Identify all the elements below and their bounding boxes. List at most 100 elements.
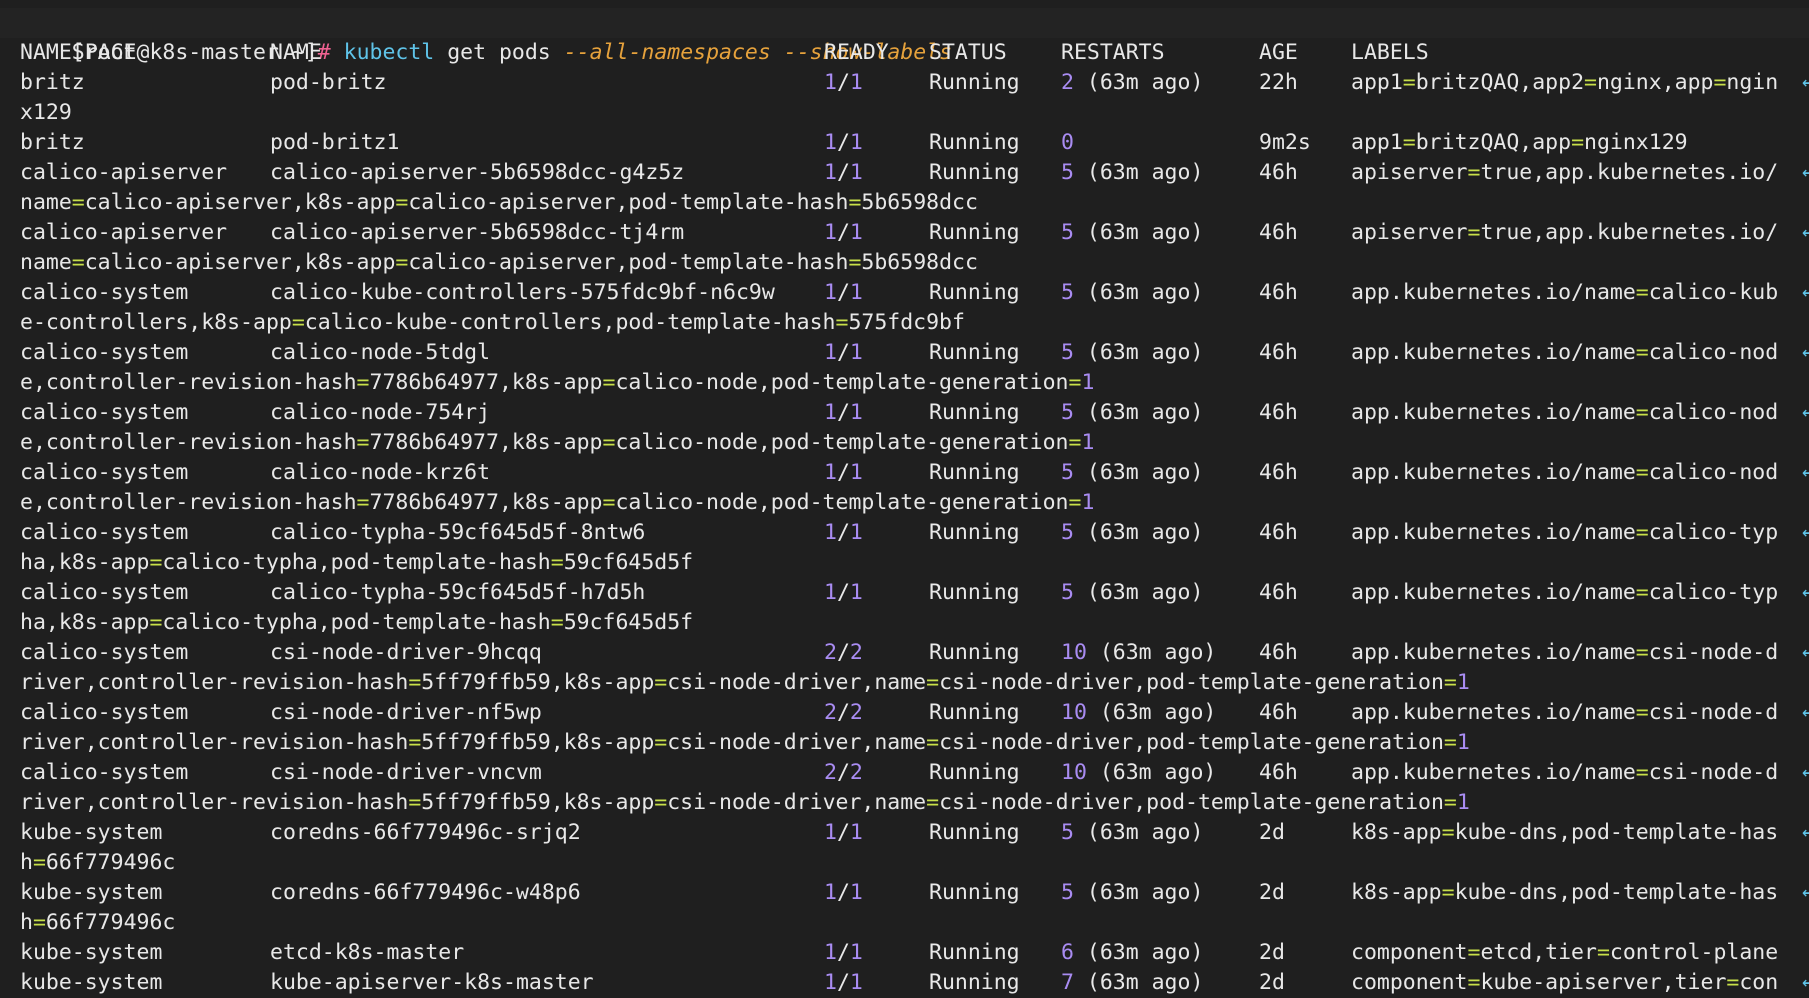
- cell-labels-continued: river,controller-revision-hash=5ff79ffb5…: [20, 730, 1470, 755]
- cell-status: Running: [929, 520, 1020, 545]
- table-row-continuation: river,controller-revision-hash=5ff79ffb5…: [20, 788, 1809, 818]
- cell-name: calico-node-754rj: [270, 400, 491, 425]
- cell-labels: component=etcd,tier=control-plane: [1351, 940, 1779, 965]
- cell-labels: app.kubernetes.io/name=calico-nod: [1351, 400, 1779, 425]
- cell-age: 46h: [1259, 160, 1298, 185]
- cell-namespace: calico-system: [20, 340, 189, 365]
- cell-name: etcd-k8s-master: [270, 940, 465, 965]
- table-row-continuation: ha,k8s-app=calico-typha,pod-template-has…: [20, 608, 1809, 638]
- cell-namespace: calico-system: [20, 280, 189, 305]
- terminal-window[interactable]: [root@k8s-master ~]# kubectl get pods --…: [0, 0, 1809, 996]
- table-row: calico-system csi-node-driver-9hcqq 2/2 Run…: [20, 638, 1809, 668]
- cell-age: 22h: [1259, 70, 1298, 95]
- table-row-continuation: e,controller-revision-hash=7786b64977,k8…: [20, 428, 1809, 458]
- cell-labels-continued: ha,k8s-app=calico-typha,pod-template-has…: [20, 610, 694, 635]
- table-row: britz pod-britz1 1/1 Running 0 9m2s app1=britz…: [20, 128, 1809, 158]
- cell-restarts: 5 (63m ago): [1061, 880, 1204, 905]
- cell-labels: apiserver=true,app.kubernetes.io/: [1351, 160, 1779, 185]
- table-row: calico-system csi-node-driver-vncvm 2/2 Run…: [20, 758, 1809, 788]
- cell-age: 46h: [1259, 640, 1298, 665]
- cell-status: Running: [929, 700, 1020, 725]
- table-row: calico-system calico-node-5tdgl 1/1 Running…: [20, 338, 1809, 368]
- cell-restarts: 10 (63m ago): [1061, 760, 1217, 785]
- cell-ready: 1/1: [824, 130, 863, 155]
- line-wrap-icon: ↩: [1802, 820, 1809, 845]
- cell-labels-continued: name=calico-apiserver,k8s-app=calico-api…: [20, 250, 978, 275]
- cell-labels: k8s-app=kube-dns,pod-template-has: [1351, 880, 1779, 905]
- cell-restarts: 5 (63m ago): [1061, 220, 1204, 245]
- cell-namespace: calico-system: [20, 580, 189, 605]
- cell-name: pod-britz1: [270, 130, 400, 155]
- cell-status: Running: [929, 640, 1020, 665]
- header-name: NAME: [270, 40, 322, 65]
- cell-age: 46h: [1259, 340, 1298, 365]
- cell-labels: app.kubernetes.io/name=calico-typ: [1351, 580, 1779, 605]
- cell-namespace: kube-system: [20, 940, 163, 965]
- cell-ready: 2/2: [824, 700, 863, 725]
- cell-ready: 1/1: [824, 970, 863, 995]
- cell-restarts: 5 (63m ago): [1061, 340, 1204, 365]
- cell-labels-continued: river,controller-revision-hash=5ff79ffb5…: [20, 670, 1470, 695]
- cell-ready: 2/2: [824, 640, 863, 665]
- cell-ready: 1/1: [824, 820, 863, 845]
- line-wrap-icon: ↩: [1802, 580, 1809, 605]
- line-wrap-icon: ↩: [1802, 520, 1809, 545]
- cell-labels-continued: e-controllers,k8s-app=calico-kube-contro…: [20, 310, 965, 335]
- cell-ready: 1/1: [824, 340, 863, 365]
- table-row-continuation: x129: [20, 98, 1809, 128]
- cell-age: 2d: [1259, 940, 1285, 965]
- command-prompt-line: [root@k8s-master ~]# kubectl get pods --…: [0, 8, 1809, 65]
- cell-restarts: 5 (63m ago): [1061, 460, 1204, 485]
- table-row: calico-system calico-kube-controllers-575…: [20, 278, 1809, 308]
- cell-name: coredns-66f779496c-srjq2: [270, 820, 581, 845]
- cell-status: Running: [929, 880, 1020, 905]
- cell-restarts: 10 (63m ago): [1061, 640, 1217, 665]
- cell-name: calico-kube-controllers-575fdc9bf-n6c9w: [270, 280, 775, 305]
- line-wrap-icon: ↩: [1802, 640, 1809, 665]
- table-row: calico-system csi-node-driver-nf5wp 2/2 Run…: [20, 698, 1809, 728]
- cell-labels: app1=britzQAQ,app2=nginx,app=ngin: [1351, 70, 1779, 95]
- line-wrap-icon: ↩: [1802, 460, 1809, 485]
- cell-status: Running: [929, 970, 1020, 995]
- table-row-continuation: e,controller-revision-hash=7786b64977,k8…: [20, 488, 1809, 518]
- line-wrap-icon: ↩: [1802, 340, 1809, 365]
- cell-status: Running: [929, 580, 1020, 605]
- cell-status: Running: [929, 220, 1020, 245]
- cell-ready: 1/1: [824, 460, 863, 485]
- line-wrap-icon: ↩: [1802, 760, 1809, 785]
- cell-labels: app.kubernetes.io/name=csi-node-d: [1351, 760, 1779, 785]
- header-restarts: RESTARTS: [1061, 40, 1165, 65]
- cell-name: calico-node-krz6t: [270, 460, 491, 485]
- cell-age: 2d: [1259, 880, 1285, 905]
- cell-age: 46h: [1259, 580, 1298, 605]
- pod-table-body: britz pod-britz 1/1 Running 2 (63m ago) 22h ap…: [20, 68, 1809, 998]
- cell-age: 2d: [1259, 820, 1285, 845]
- cell-status: Running: [929, 340, 1020, 365]
- cell-status: Running: [929, 940, 1020, 965]
- cell-status: Running: [929, 460, 1020, 485]
- cell-age: 9m2s: [1259, 130, 1311, 155]
- cell-namespace: britz: [20, 130, 85, 155]
- table-row: calico-system calico-typha-59cf645d5f-h7d…: [20, 578, 1809, 608]
- cell-labels: app.kubernetes.io/name=calico-nod: [1351, 460, 1779, 485]
- header-age: AGE: [1259, 40, 1298, 65]
- cell-restarts: 10 (63m ago): [1061, 700, 1217, 725]
- cell-restarts: 5 (63m ago): [1061, 580, 1204, 605]
- cell-restarts: 5 (63m ago): [1061, 280, 1204, 305]
- cell-restarts: 0: [1061, 130, 1074, 155]
- cell-age: 46h: [1259, 400, 1298, 425]
- cell-labels: app.kubernetes.io/name=calico-kub: [1351, 280, 1779, 305]
- cell-labels: app.kubernetes.io/name=csi-node-d: [1351, 700, 1779, 725]
- cell-status: Running: [929, 280, 1020, 305]
- cell-restarts: 5 (63m ago): [1061, 520, 1204, 545]
- cell-namespace: calico-apiserver: [20, 220, 228, 245]
- line-wrap-icon: ↩: [1802, 220, 1809, 245]
- cell-labels-continued: ha,k8s-app=calico-typha,pod-template-has…: [20, 550, 694, 575]
- cell-restarts: 7 (63m ago): [1061, 970, 1204, 995]
- cell-age: 46h: [1259, 280, 1298, 305]
- cell-labels-continued: e,controller-revision-hash=7786b64977,k8…: [20, 430, 1095, 455]
- cell-namespace: calico-system: [20, 760, 189, 785]
- cell-labels-continued: river,controller-revision-hash=5ff79ffb5…: [20, 790, 1470, 815]
- line-wrap-icon: ↩: [1802, 880, 1809, 905]
- cell-name: csi-node-driver-vncvm: [270, 760, 542, 785]
